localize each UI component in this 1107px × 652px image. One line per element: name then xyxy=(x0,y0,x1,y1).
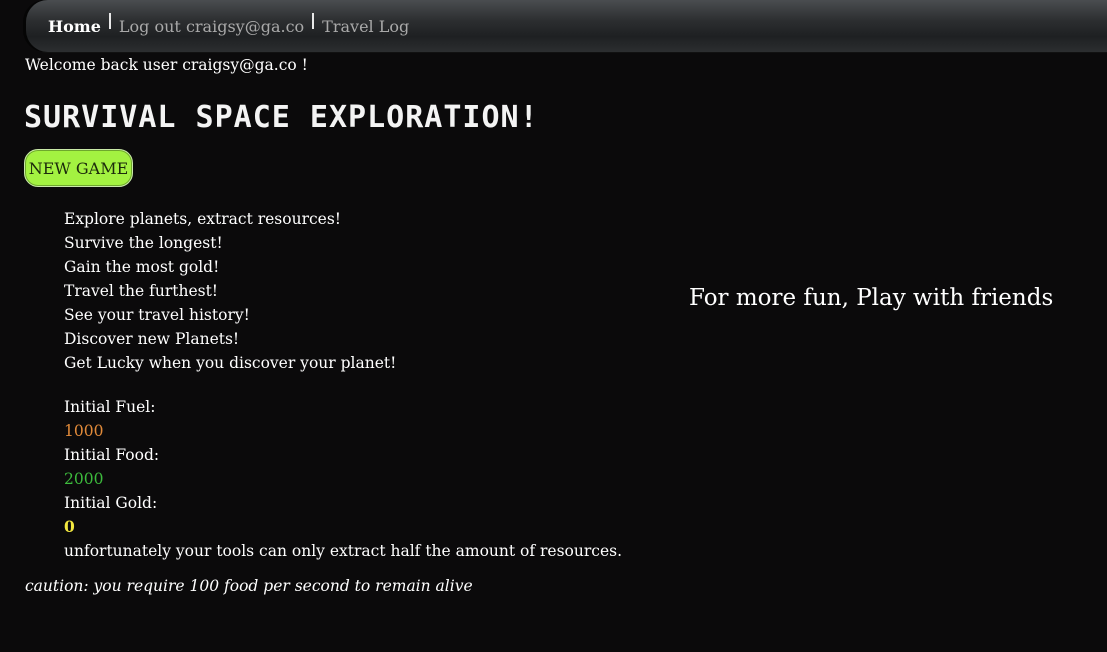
food-label: Initial Food: xyxy=(64,446,160,464)
welcome-message: Welcome back user craigsy@ga.co ! xyxy=(25,56,308,74)
caution-text: caution: you require 100 food per second… xyxy=(25,577,473,595)
feature-item: Discover new Planets! xyxy=(64,330,240,348)
feature-item: Travel the furthest! xyxy=(64,282,219,300)
new-game-button[interactable]: NEW GAME xyxy=(24,149,133,187)
feature-item: See your travel history! xyxy=(64,306,250,324)
play-with-friends-text: For more fun, Play with friends xyxy=(689,285,1054,311)
top-nav-bar: Home Log out craigsy@ga.co Travel Log xyxy=(26,0,1107,52)
feature-item: Explore planets, extract resources! xyxy=(64,210,342,228)
nav-logout-link[interactable]: Log out craigsy@ga.co xyxy=(119,17,304,36)
feature-item: Survive the longest! xyxy=(64,234,223,252)
feature-list: Explore planets, extract resources! Surv… xyxy=(64,207,396,375)
gold-value: 0 xyxy=(64,517,75,536)
gold-label: Initial Gold: xyxy=(64,494,158,512)
food-value: 2000 xyxy=(64,470,104,488)
fuel-label: Initial Fuel: xyxy=(64,398,156,416)
nav-separator xyxy=(108,13,111,29)
extraction-note: unfortunately your tools can only extrac… xyxy=(64,542,623,560)
nav-separator xyxy=(312,13,315,29)
page-title: SURVIVAL SPACE EXPLORATION! xyxy=(24,100,539,135)
initial-stats: Initial Fuel: 1000 Initial Food: 2000 In… xyxy=(64,395,622,563)
feature-item: Get Lucky when you discover your planet! xyxy=(64,354,397,372)
feature-item: Gain the most gold! xyxy=(64,258,220,276)
nav-travel-log-link[interactable]: Travel Log xyxy=(322,17,409,36)
fuel-value: 1000 xyxy=(64,422,104,440)
nav-home-link[interactable]: Home xyxy=(48,17,101,36)
